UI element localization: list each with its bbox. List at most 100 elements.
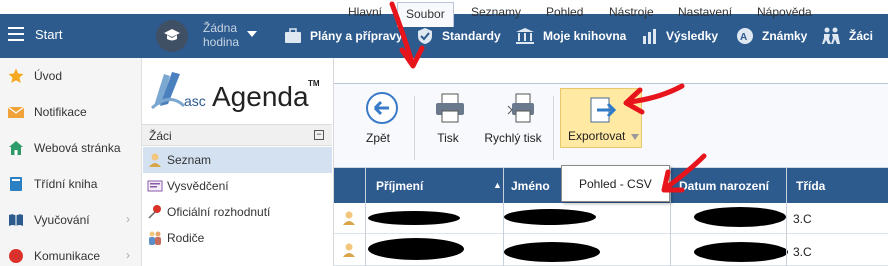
tab-pohled[interactable]: Pohled xyxy=(546,5,583,19)
quick-print-button[interactable]: Rychlý tisk xyxy=(480,92,546,148)
ribbon-tabs xyxy=(334,58,888,84)
briefcase-icon xyxy=(285,28,301,43)
sidebar-item-label: Komunikace xyxy=(34,249,101,263)
column-header-datum-narozeni[interactable]: Datum narození xyxy=(679,179,769,193)
zaci-item-vysvedceni[interactable]: Vysvědčení xyxy=(143,173,332,199)
shield-icon xyxy=(418,28,432,44)
sidebar-item-notifikace[interactable]: Notifikace xyxy=(0,94,142,130)
redacted-firstname xyxy=(504,242,600,262)
export-menu-item-csv[interactable]: Pohled - CSV xyxy=(579,177,652,191)
tab-hlavni[interactable]: Hlavní xyxy=(348,5,382,19)
sidebar-item-label: Úvod xyxy=(34,69,63,83)
chevron-right-icon: › xyxy=(126,248,130,262)
arrow-left-icon xyxy=(365,92,398,124)
parents-icon xyxy=(149,231,161,245)
back-button[interactable]: Zpět xyxy=(355,92,401,148)
collapse-button[interactable]: − xyxy=(314,130,324,140)
column-header-prijmeni[interactable]: Příjmení xyxy=(376,179,423,193)
zaci-panel-title: Žáci xyxy=(149,129,172,143)
lesson-line2: hodina xyxy=(203,35,240,49)
sort-asc-icon: ▲ xyxy=(493,180,502,190)
library-icon xyxy=(516,28,534,44)
chevron-down-icon xyxy=(631,134,639,140)
export-menu: Pohled - CSV xyxy=(561,165,670,202)
sidebar-item-tridni-kniha[interactable]: Třídní kniha xyxy=(0,166,142,202)
sidebar-item-webova-stranka[interactable]: Webová stránka xyxy=(0,130,142,166)
zaci-item-label: Oficiální rozhodnutí xyxy=(167,205,271,219)
sidebar-item-label: Třídní kniha xyxy=(34,177,98,191)
star-icon xyxy=(8,68,24,83)
nav-label: Výsledky xyxy=(666,29,719,43)
print-button[interactable]: Tisk xyxy=(428,92,468,148)
chevron-right-icon: › xyxy=(126,212,130,226)
nav-knihovna[interactable]: Moje knihovna xyxy=(515,14,626,58)
column-divider xyxy=(503,168,504,266)
chat-icon xyxy=(9,249,23,263)
tab-seznamy[interactable]: Seznamy xyxy=(471,5,521,19)
zaci-item-label: Rodiče xyxy=(167,231,205,245)
redacted-birthdate xyxy=(694,242,788,262)
sidebar-item-label: Webová stránka xyxy=(34,141,121,155)
zaci-item-rodice[interactable]: Rodiče xyxy=(143,225,332,251)
redacted-firstname xyxy=(504,209,596,225)
students-icon xyxy=(822,27,840,44)
open-book-icon xyxy=(9,214,23,226)
table-row[interactable]: 3.C xyxy=(334,203,888,234)
column-header-jmeno[interactable]: Jméno xyxy=(511,179,550,193)
grade-icon: A xyxy=(737,28,753,44)
column-divider xyxy=(786,168,787,266)
nav-plany[interactable]: Plány a přípravy xyxy=(284,14,403,58)
house-icon xyxy=(9,141,23,155)
sidebar-item-uvod[interactable]: Úvod xyxy=(0,58,142,94)
sidebar-item-label: Notifikace xyxy=(34,105,87,119)
export-icon xyxy=(590,97,617,123)
zaci-panel-header: Žáci − xyxy=(142,124,332,146)
back-label: Zpět xyxy=(365,131,390,145)
student-icon xyxy=(149,153,161,167)
logo-prefix: asc xyxy=(184,93,206,109)
redacted-surname xyxy=(368,238,464,260)
zaci-item-oficialni-rozhodnuti[interactable]: Oficiální rozhodnutí xyxy=(143,199,332,225)
menu-icon[interactable] xyxy=(8,27,24,41)
logo-tm: TM xyxy=(308,79,320,88)
tab-nastaveni[interactable]: Nastavení xyxy=(678,5,732,19)
student-icon xyxy=(343,211,355,225)
sidebar-item-komunikace[interactable]: Komunikace › xyxy=(0,238,142,266)
nav-vysledky[interactable]: Výsledky xyxy=(642,14,718,58)
nav-znamky[interactable]: A Známky xyxy=(736,14,807,58)
printer-icon xyxy=(436,93,464,123)
sidebar-item-vyucovani[interactable]: Vyučování › xyxy=(0,202,142,238)
ribbon-separator xyxy=(414,96,415,160)
certificate-icon xyxy=(147,180,163,192)
svg-text:A: A xyxy=(740,32,747,43)
quick-print-icon xyxy=(507,93,534,123)
export-button[interactable]: Exportovat xyxy=(560,88,642,148)
nav-label: Žáci xyxy=(849,29,874,43)
zaci-item-seznam[interactable]: Seznam xyxy=(143,147,332,173)
zaci-item-label: Vysvědčení xyxy=(167,179,229,193)
lesson-line1: Žádna xyxy=(203,21,238,35)
bar-chart-icon xyxy=(643,29,656,44)
column-header-trida[interactable]: Třída xyxy=(796,179,825,193)
start-label[interactable]: Start xyxy=(35,27,62,42)
sidebar-item-label: Vyučování xyxy=(34,213,90,227)
lesson-selector[interactable]: Žádna hodina xyxy=(150,14,270,58)
nav-label: Moje knihovna xyxy=(543,29,627,43)
table-row[interactable]: 3.C xyxy=(334,234,888,266)
graduation-cap-icon xyxy=(156,20,188,52)
logo-name: Agenda xyxy=(212,81,309,112)
tab-napoveda[interactable]: Nápověda xyxy=(757,5,812,19)
nav-label: Plány a přípravy xyxy=(310,29,403,43)
zaci-item-label: Seznam xyxy=(167,153,212,167)
quick-print-label: Rychlý tisk xyxy=(484,131,542,145)
nav-zaci[interactable]: Žáci xyxy=(821,14,873,58)
envelope-icon xyxy=(8,106,24,118)
ribbon-separator xyxy=(553,96,554,160)
app-window: Start Žádna hodina Plány a přípravy Stan… xyxy=(0,0,888,266)
chevron-down-icon xyxy=(247,31,257,37)
export-label: Exportovat xyxy=(568,129,626,143)
tab-nastroje[interactable]: Nástroje xyxy=(609,5,654,19)
book-icon xyxy=(10,177,22,191)
tab-soubor[interactable]: Soubor xyxy=(397,2,454,27)
asc-agenda-logo: asc Agenda TM xyxy=(150,62,330,114)
